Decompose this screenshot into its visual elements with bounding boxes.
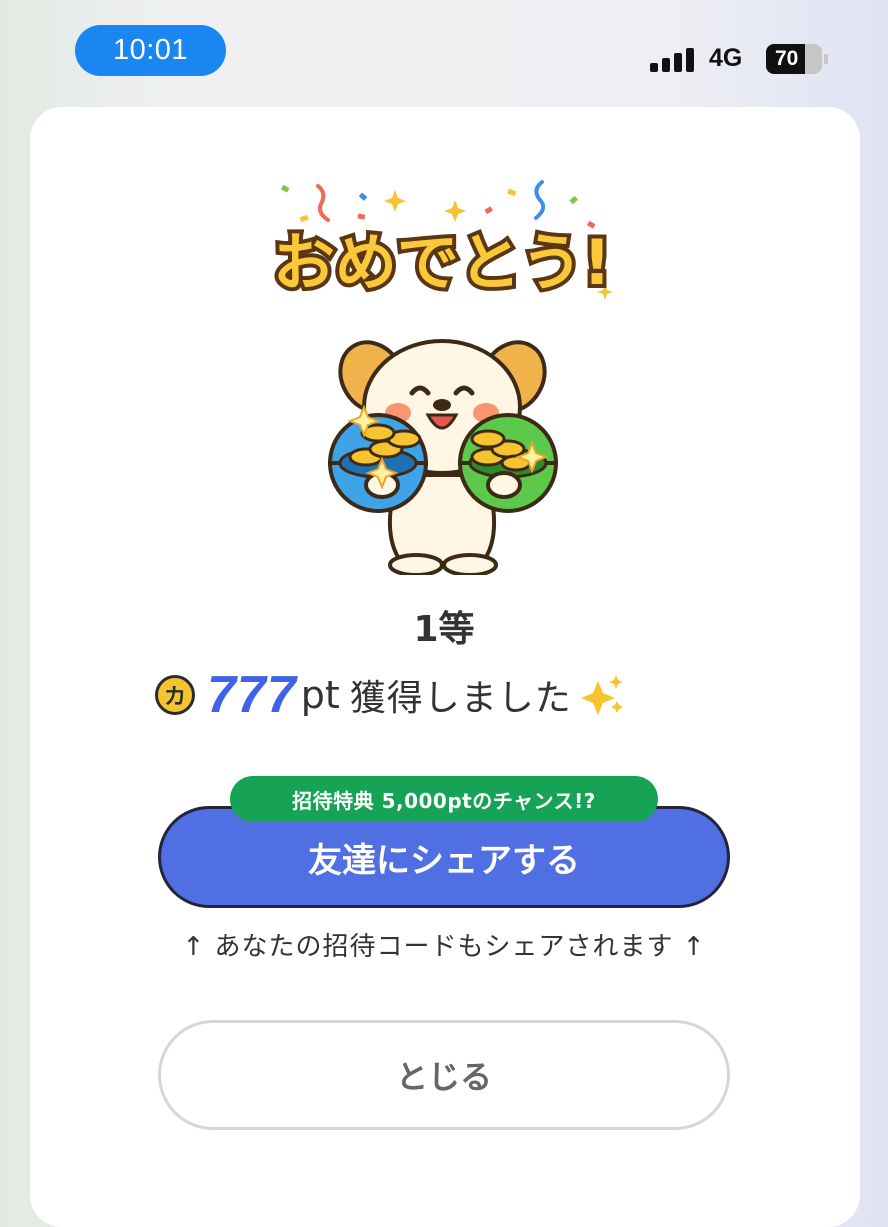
network-type: 4G: [709, 44, 743, 72]
prize-rank: 1等: [413, 609, 475, 650]
battery-icon: 70: [766, 44, 828, 74]
congrats-banner: おめでとう!: [270, 180, 615, 303]
close-button[interactable]: とじる: [158, 1020, 730, 1130]
points-unit: pt: [300, 673, 340, 717]
share-note: ↑ あなたの招待コードもシェアされます ↑: [182, 932, 706, 962]
prize-text: 獲得しました: [349, 678, 572, 719]
sparkles-icon: [580, 675, 623, 715]
dog-mascot-illustration: [327, 339, 559, 575]
battery-level: 70: [766, 44, 822, 74]
status-time: 10:01: [75, 25, 226, 76]
prize-points-line: カ 777 pt 獲得しました: [155, 665, 626, 725]
coin-icon: カ: [155, 675, 195, 715]
svg-text:おめでとう!: おめでとう!: [273, 226, 611, 299]
status-bar: 10:01 4G 70: [0, 0, 888, 100]
invite-bonus-badge: 招待特典 5,000ptのチャンス!?: [230, 776, 658, 822]
signal-icon: [650, 44, 694, 72]
points-value: 777: [207, 666, 297, 724]
